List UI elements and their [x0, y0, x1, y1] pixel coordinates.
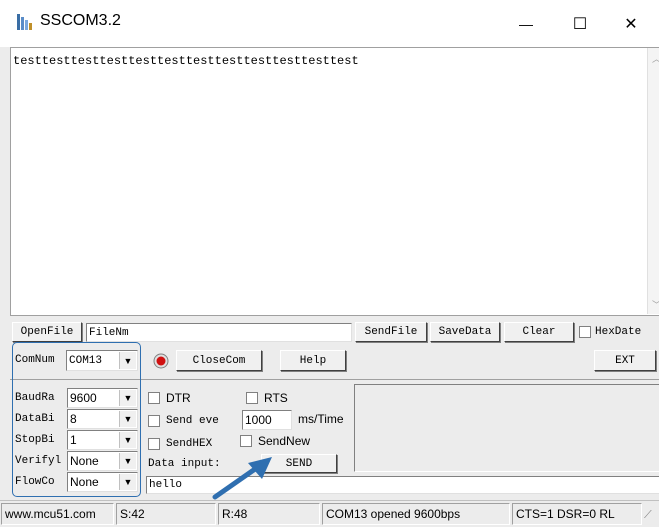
interval-unit-label: ms/Time [298, 412, 344, 426]
line-status: CTS=1 DSR=0 RL [512, 503, 642, 525]
sent-count: S:42 [116, 503, 216, 525]
open-file-button[interactable]: OpenFile [12, 322, 82, 342]
blank-panel [354, 384, 659, 472]
status-bar: www.mcu51.com S:42 R:48 COM13 opened 960… [0, 500, 659, 527]
receive-text: testtesttesttesttesttesttesttesttesttest… [13, 54, 359, 68]
dtr-checkbox[interactable] [148, 392, 160, 404]
window-frame [0, 47, 10, 500]
scroll-down-icon[interactable]: ﹀ [652, 298, 659, 311]
minimize-button[interactable]: — [503, 6, 549, 42]
minimize-icon: — [519, 16, 533, 32]
scroll-up-icon[interactable]: ︿ [652, 52, 659, 65]
clear-button[interactable]: Clear [504, 322, 574, 342]
close-button[interactable]: ✕ [608, 6, 654, 42]
send-every-label: Send eve [166, 415, 219, 427]
file-name-input[interactable]: FileNm [86, 323, 352, 342]
send-hex-label: SendHEX [166, 438, 213, 450]
save-data-button[interactable]: SaveData [430, 322, 500, 342]
app-icon [17, 14, 32, 30]
close-icon: ✕ [624, 16, 638, 33]
interval-input[interactable]: 1000 [242, 410, 292, 430]
dtr-label: DTR [166, 391, 191, 405]
maximize-button[interactable]: ☐ [557, 6, 603, 42]
help-button[interactable]: Help [280, 350, 346, 371]
hex-data-label: HexDate [595, 326, 642, 338]
received-count: R:48 [218, 503, 320, 525]
rts-label: RTS [264, 391, 288, 405]
port-state: COM13 opened 9600bps [322, 503, 510, 525]
send-hex-checkbox[interactable] [148, 438, 160, 450]
pointer-arrow-icon [212, 457, 272, 500]
title-bar[interactable]: SSCOM3.2 — ☐ ✕ [0, 0, 659, 47]
resize-grip-icon[interactable]: ⟋ [644, 509, 652, 522]
rts-checkbox[interactable] [246, 392, 258, 404]
window-title: SSCOM3.2 [40, 12, 121, 29]
close-com-button[interactable]: CloseCom [176, 350, 262, 371]
port-status-icon [153, 353, 169, 369]
hex-data-checkbox[interactable] [579, 326, 591, 338]
receive-area[interactable]: testtesttesttesttesttesttesttesttesttest… [10, 47, 659, 315]
maximize-icon: ☐ [572, 16, 588, 33]
vertical-scrollbar[interactable]: ︿ ﹀ [647, 48, 659, 314]
send-every-checkbox[interactable] [148, 415, 160, 427]
send-new-checkbox[interactable] [240, 435, 252, 447]
highlight-box [12, 342, 141, 497]
send-file-button[interactable]: SendFile [355, 322, 427, 342]
ext-button[interactable]: EXT [594, 350, 656, 371]
site-link[interactable]: www.mcu51.com [1, 503, 114, 525]
send-new-label: SendNew [258, 434, 311, 448]
